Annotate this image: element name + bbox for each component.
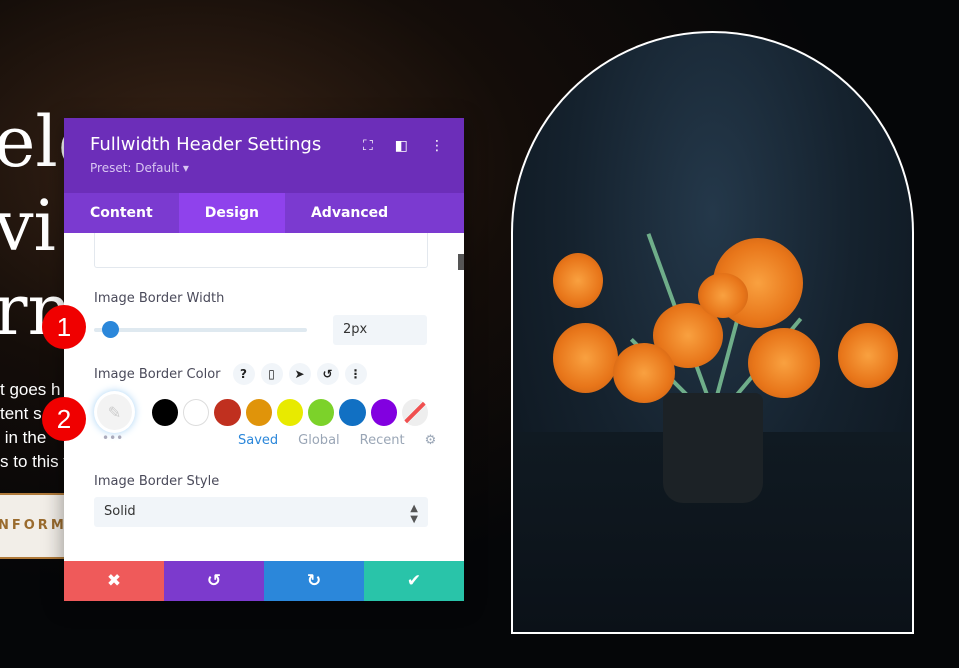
help-icon[interactable]: ? (232, 363, 255, 385)
hover-cursor-icon[interactable]: ➤ (288, 363, 311, 385)
color-tab-global[interactable]: Global (298, 433, 339, 448)
tab-advanced[interactable]: Advanced (285, 193, 414, 233)
tab-content[interactable]: Content (64, 193, 179, 233)
scrollbar[interactable] (458, 254, 464, 270)
slider-thumb[interactable] (102, 321, 119, 338)
reset-icon[interactable]: ↺ (316, 363, 339, 385)
color-swatch[interactable] (151, 398, 179, 426)
color-swatch[interactable] (276, 398, 304, 426)
color-swatch[interactable] (183, 398, 210, 426)
color-swatch[interactable] (370, 398, 397, 426)
panel-tabs: Content Design Advanced (64, 193, 464, 233)
cancel-button[interactable]: ✖ (64, 561, 164, 601)
border-width-input[interactable]: 2px (333, 315, 427, 345)
border-style-value: Solid (104, 504, 136, 519)
settings-panel: Fullwidth Header Settings Preset: Defaul… (64, 118, 464, 601)
more-options-icon[interactable]: ⋮ (344, 363, 367, 385)
color-picker-eyedropper-icon[interactable]: ✎ (94, 391, 135, 433)
border-width-label: Image Border Width (94, 291, 225, 306)
color-swatch[interactable] (245, 398, 272, 426)
vase (663, 393, 763, 503)
step-badge-1: 1 (42, 305, 86, 349)
border-style-label: Image Border Style (94, 474, 220, 489)
border-style-select[interactable]: Solid ▲ ▼ (94, 497, 428, 527)
no-color-swatch[interactable] (401, 398, 428, 426)
panel-header: Fullwidth Header Settings Preset: Defaul… (64, 118, 464, 193)
previous-field (94, 233, 428, 268)
redo-button[interactable]: ↻ (264, 561, 364, 601)
more-vertical-icon[interactable]: ⋮ (430, 138, 444, 154)
arch-image (511, 31, 914, 634)
color-tab-recent[interactable]: Recent (360, 433, 405, 448)
gear-icon[interactable]: ⚙ (425, 433, 437, 448)
fullscreen-icon[interactable]: ⛶ (363, 138, 373, 154)
responsive-icon[interactable]: ▯ (260, 363, 283, 385)
select-arrows-icon: ▲ ▼ (410, 503, 418, 525)
color-swatch[interactable] (308, 398, 335, 426)
step-badge-2: 2 (42, 397, 86, 441)
color-tab-saved[interactable]: Saved (238, 433, 278, 448)
save-button[interactable]: ✔ (364, 561, 464, 601)
undo-button[interactable]: ↺ (164, 561, 264, 601)
preset-dropdown[interactable]: Preset: Default ▾ (90, 161, 189, 175)
tab-design[interactable]: Design (178, 193, 285, 233)
border-color-label: Image Border Color (94, 366, 221, 382)
color-swatch[interactable] (214, 398, 241, 426)
color-swatch[interactable] (339, 398, 366, 426)
sidebar-toggle-icon[interactable]: ◧ (395, 138, 408, 154)
border-width-slider[interactable] (94, 321, 307, 338)
